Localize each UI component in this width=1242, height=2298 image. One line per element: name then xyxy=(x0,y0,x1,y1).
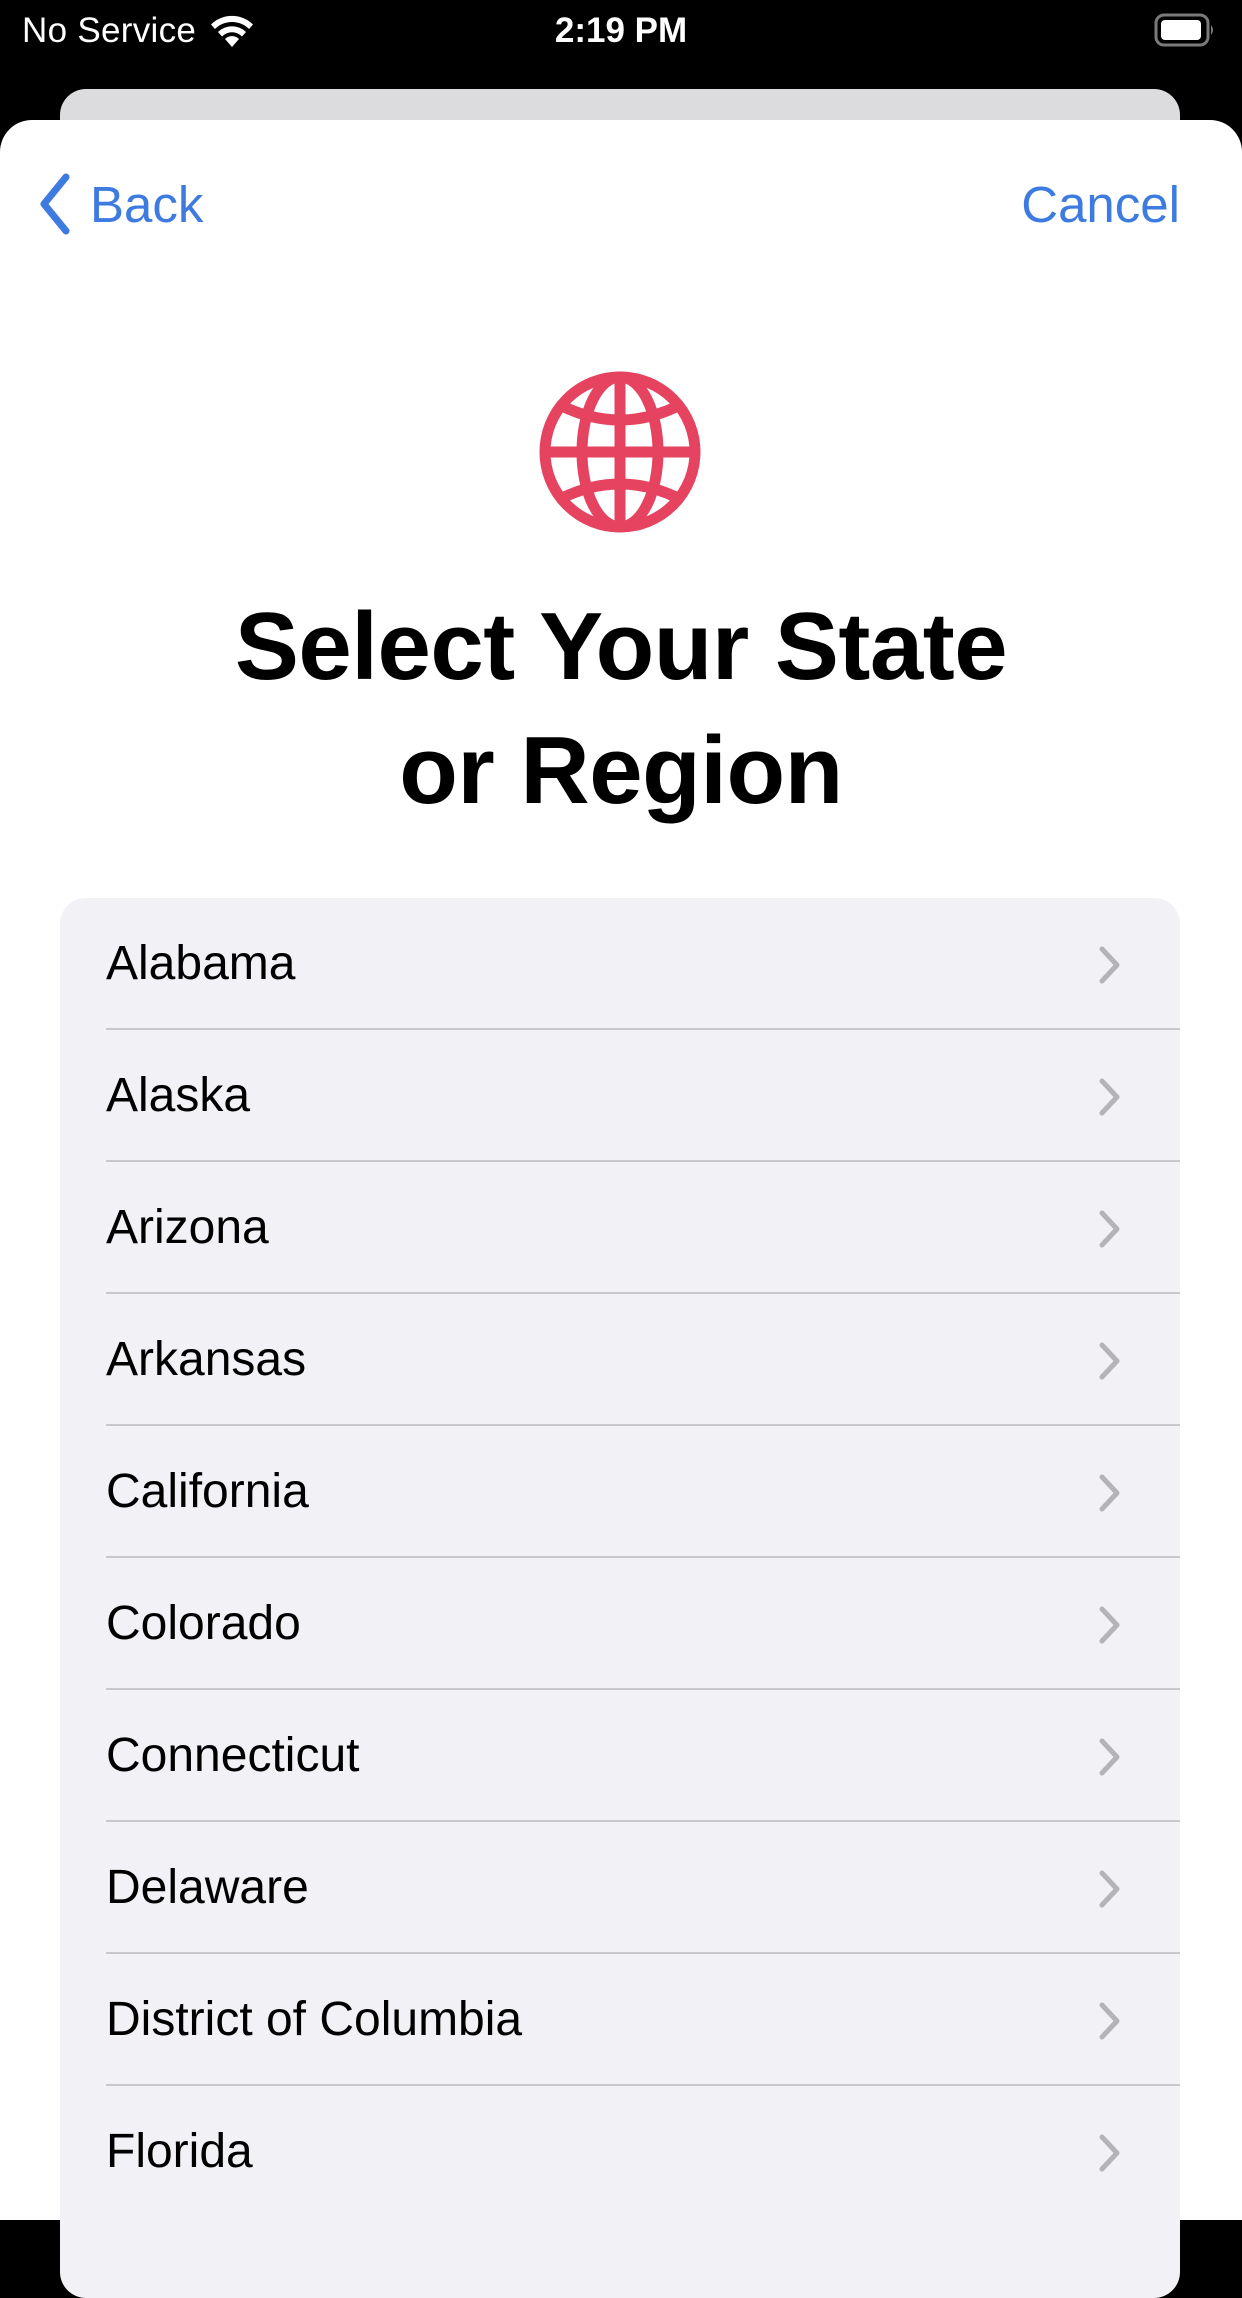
cancel-label: Cancel xyxy=(1021,175,1180,233)
list-item-label: Arizona xyxy=(106,1201,269,1254)
list-item[interactable]: Colorado xyxy=(60,1558,1180,1690)
list-item-label: Delaware xyxy=(106,1861,309,1914)
list-item-label: Colorado xyxy=(106,1597,301,1650)
globe-icon xyxy=(539,371,701,533)
chevron-right-icon xyxy=(1099,1870,1120,1908)
back-label: Back xyxy=(90,175,204,233)
list-item-label: California xyxy=(106,1465,309,1518)
list-item-label: Arkansas xyxy=(106,1333,307,1386)
list-item[interactable]: Alaska xyxy=(60,1030,1180,1162)
list-item-label: District of Columbia xyxy=(106,1993,523,2046)
status-bar: No Service 2:19 PM xyxy=(0,0,1242,62)
list-item[interactable]: Connecticut xyxy=(60,1690,1180,1822)
list-item-label: Connecticut xyxy=(106,1729,360,1782)
chevron-right-icon xyxy=(1099,2002,1120,2040)
chevron-right-icon xyxy=(1099,946,1120,984)
cancel-button[interactable]: Cancel xyxy=(1021,172,1180,236)
list-item[interactable]: Arkansas xyxy=(60,1294,1180,1426)
region-list: Alabama Alaska Arizona Arkansas Californ… xyxy=(60,898,1180,2298)
list-item[interactable]: District of Columbia xyxy=(60,1954,1180,2086)
chevron-right-icon xyxy=(1099,1078,1120,1116)
page-title-line1: Select Your State xyxy=(234,593,1008,700)
list-item[interactable]: Florida xyxy=(60,2086,1180,2218)
page-title: Select Your State or Region xyxy=(0,585,1242,833)
list-item[interactable]: Alabama xyxy=(60,898,1180,1030)
chevron-left-icon xyxy=(40,173,70,235)
list-item-label: Alabama xyxy=(106,937,296,990)
list-item-label: Florida xyxy=(106,2125,253,2178)
chevron-right-icon xyxy=(1099,1342,1120,1380)
chevron-right-icon xyxy=(1099,1210,1120,1248)
chevron-right-icon xyxy=(1099,2134,1120,2172)
list-item[interactable]: California xyxy=(60,1426,1180,1558)
battery-icon xyxy=(1154,13,1213,47)
list-item[interactable]: Delaware xyxy=(60,1822,1180,1954)
page-title-line2: or Region xyxy=(399,717,843,824)
back-button[interactable]: Back xyxy=(36,172,203,236)
list-item-label: Alaska xyxy=(106,1069,251,1122)
status-time: 2:19 PM xyxy=(554,11,688,50)
chevron-right-icon xyxy=(1099,1474,1120,1512)
chevron-right-icon xyxy=(1099,1606,1120,1644)
list-item[interactable]: Arizona xyxy=(60,1162,1180,1294)
chevron-right-icon xyxy=(1099,1738,1120,1776)
